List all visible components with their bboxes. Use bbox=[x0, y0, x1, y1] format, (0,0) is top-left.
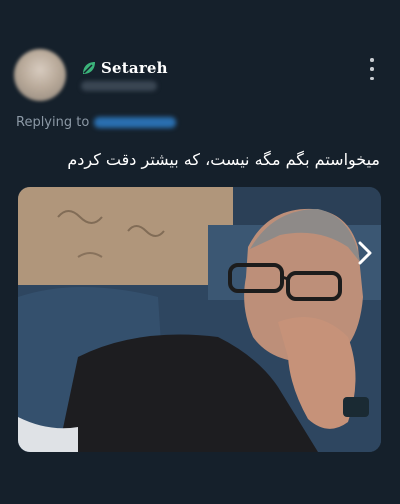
reply-target-handle-redacted[interactable] bbox=[94, 117, 177, 128]
author-name-row[interactable]: Setareh bbox=[80, 59, 168, 77]
tweet-text: میخواستم بگم مگه نیست، که بیشتر دقت کردم bbox=[67, 150, 380, 169]
vertical-ellipsis-icon[interactable] bbox=[364, 58, 380, 80]
avatar[interactable] bbox=[14, 49, 66, 101]
replying-to-line: Replying to bbox=[16, 115, 177, 130]
leaf-logo-icon bbox=[80, 59, 98, 77]
replying-to-label: Replying to bbox=[16, 115, 90, 130]
tweet-media-image[interactable] bbox=[18, 187, 381, 452]
author-display-name[interactable]: Setareh bbox=[101, 59, 168, 77]
chevron-right-icon[interactable] bbox=[351, 239, 379, 267]
media-photo bbox=[18, 187, 381, 452]
author-handle-redacted bbox=[81, 81, 157, 91]
